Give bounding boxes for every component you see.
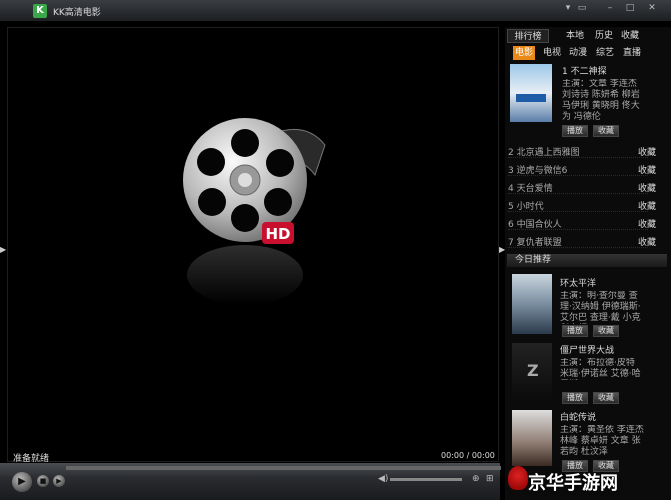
category-anime[interactable]: 动漫 (567, 46, 589, 60)
fullscreen-icon[interactable]: ⊕ (472, 474, 480, 484)
tab-favorites[interactable]: 收藏 (618, 29, 642, 43)
today-play-button-1[interactable]: 播放 (562, 325, 588, 337)
featured-poster[interactable] (510, 64, 552, 122)
today-cast-2: 主演：布拉德·皮特 米瑞·伊诺丝 艾德·哈里斯 (560, 358, 641, 379)
time-display: 00:00 / 00:00 (441, 451, 495, 460)
today-cast-1: 主演：明·查尔曼 查理·汉纳姆 伊德瑞斯·艾尔巴 查理·戴 小克利夫顿 (560, 291, 641, 323)
title-bar: K KK高清电影 ▾ ▭ – □ ✕ (0, 0, 671, 22)
featured-title[interactable]: 1 不二神探 (562, 67, 607, 78)
today-poster-1[interactable] (512, 274, 552, 334)
minimize-button[interactable]: – (603, 2, 617, 14)
category-movie[interactable]: 电影 (513, 46, 535, 60)
ranking-fav-button[interactable]: 收藏 (638, 163, 656, 176)
ranking-title: 6 中国合伙人 (508, 220, 562, 230)
today-poster-2[interactable]: Z (512, 343, 552, 403)
featured-cast: 主演：文章 李连杰 刘诗诗 陈妍希 柳岩 马伊琍 黄晓明 佟大为 冯德伦 (562, 79, 640, 121)
ranking-row-7[interactable]: 7 复仇者联盟 收藏 (508, 234, 656, 248)
today-title-3[interactable]: 白蛇传说 (560, 413, 596, 424)
app-title: KK高清电影 (53, 8, 101, 18)
ranking-row-2[interactable]: 2 北京遇上西雅图 收藏 (508, 144, 656, 158)
ranking-title: 5 小时代 (508, 202, 544, 212)
category-live[interactable]: 直播 (620, 46, 644, 60)
hd-badge: HD (265, 225, 290, 243)
featured-play-button[interactable]: 播放 (562, 125, 588, 137)
today-cast-3: 主演：黄圣依 李连杰 林峰 蔡卓妍 文章 张若昀 杜汶泽 (560, 425, 644, 457)
stop-button[interactable]: ■ (37, 475, 49, 487)
today-header: 今日推荐 (507, 254, 667, 267)
ranking-row-6[interactable]: 6 中国合伙人 收藏 (508, 216, 656, 230)
film-reel-icon: HD (183, 118, 326, 305)
today-fav-button-2[interactable]: 收藏 (593, 392, 619, 404)
today-title-1[interactable]: 环太平洋 (560, 279, 596, 290)
featured-fav-button[interactable]: 收藏 (593, 125, 619, 137)
tab-history[interactable]: 历史 (592, 29, 616, 43)
volume-icon[interactable]: ◀) (378, 474, 388, 484)
app-logo-icon: K (33, 4, 47, 18)
ranking-row-4[interactable]: 4 天台爱情 收藏 (508, 180, 656, 194)
menu-icon[interactable]: ▾ (561, 2, 575, 14)
ranking-title: 7 复仇者联盟 (508, 238, 562, 248)
ranking-fav-button[interactable]: 收藏 (638, 199, 656, 212)
ranking-fav-button[interactable]: 收藏 (638, 235, 656, 248)
today-title-2[interactable]: 僵尸世界大战 (560, 346, 614, 357)
collapse-left-icon[interactable]: ▶ (0, 245, 7, 255)
close-button[interactable]: ✕ (645, 2, 659, 14)
category-tv[interactable]: 电视 (541, 46, 563, 60)
ranking-row-5[interactable]: 5 小时代 收藏 (508, 198, 656, 212)
maximize-button[interactable]: □ (623, 2, 637, 14)
today-fav-button-1[interactable]: 收藏 (593, 325, 619, 337)
category-variety[interactable]: 综艺 (594, 46, 616, 60)
today-play-button-2[interactable]: 播放 (562, 392, 588, 404)
volume-slider[interactable] (390, 478, 462, 481)
skin-icon[interactable]: ▭ (575, 2, 589, 14)
play-button[interactable]: ▶ (12, 472, 32, 492)
ranking-row-3[interactable]: 3 逆虎与微信6 收藏 (508, 162, 656, 176)
ranking-fav-button[interactable]: 收藏 (638, 181, 656, 194)
watermark-logo-icon (508, 466, 528, 490)
ranking-title: 4 天台爱情 (508, 184, 553, 194)
ranking-fav-button[interactable]: 收藏 (638, 217, 656, 230)
next-button[interactable]: ▶ (53, 475, 65, 487)
ranking-title: 2 北京遇上西雅图 (508, 148, 580, 158)
tab-local[interactable]: 本地 (563, 29, 587, 43)
progress-bar[interactable] (66, 466, 501, 470)
tab-ranking[interactable]: 排行榜 (507, 29, 549, 43)
watermark-text: 京华手游网 (528, 473, 618, 494)
app-window: K KK高清电影 ▾ ▭ – □ ✕ ▶ ▶ HD 准备就绪 00:00 / 0… (0, 0, 671, 500)
today-poster-3[interactable] (512, 410, 552, 466)
ranking-fav-button[interactable]: 收藏 (638, 145, 656, 158)
ranking-title: 3 逆虎与微信6 (508, 166, 568, 176)
playlist-icon[interactable]: ⊞ (486, 474, 494, 484)
